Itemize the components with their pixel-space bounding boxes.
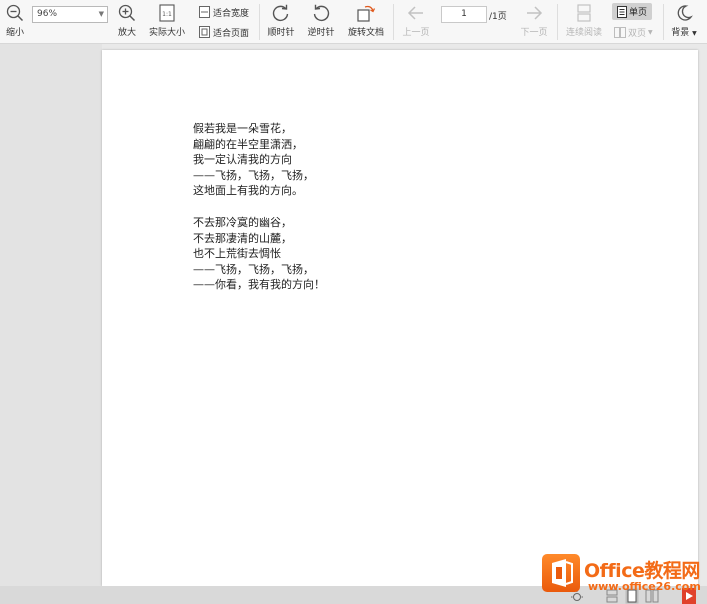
actual-size-icon: 1:1 [159,4,175,22]
single-page-label: 单页 [628,8,647,18]
next-page-label: 下一页 [520,28,548,38]
zoom-out-icon [6,4,24,22]
page-total: /1页 [489,12,507,22]
chevron-down-icon: ▼ [98,10,104,18]
single-page-icon [616,5,627,18]
background-button[interactable]: 背景 ▼ [670,4,698,38]
actual-size-button[interactable]: 1:1 实际大小 [146,4,188,38]
toolbar-divider [557,4,558,40]
double-page-icon [614,27,626,38]
document-page: 假若我是一朵雪花， 翩翩的在半空里潇洒， 我一定认清我的方向 ——飞扬，飞扬，飞… [102,50,698,586]
watermark-title: Office教程网 [584,560,700,582]
chevron-down-icon: ▼ [648,29,653,36]
zoom-in-icon [118,4,136,22]
continuous-reading-label: 连续阅读 [565,28,602,38]
poem-line: ——飞扬，飞扬，飞扬， [193,168,314,182]
current-page-value: 1 [461,9,467,19]
canvas-left-margin [0,44,102,586]
fit-width-label: 适合宽度 [213,8,250,19]
poem-line: 翩翩的在半空里潇洒， [193,137,303,151]
rotate-clockwise-label: 顺时针 [267,28,295,38]
poem-line: 我一定认清我的方向 [193,153,292,167]
watermark-url: www.office26.com [588,580,701,593]
office-logo-icon [542,554,580,592]
zoom-out-label: 缩小 [5,28,24,38]
zoom-value: 96% [37,9,58,19]
poem-text: 假若我是一朵雪花， 翩翩的在半空里潇洒， 我一定认清我的方向 ——飞扬，飞扬，飞… [193,121,325,293]
rotate-document-icon [357,5,376,22]
poem-line: 这地面上有我的方向。 [193,184,303,198]
double-page-label: 双页 [628,29,647,39]
previous-page-button[interactable]: 上一页 [400,4,432,38]
continuous-reading-icon [577,4,591,22]
previous-page-label: 上一页 [402,28,430,38]
double-page-button[interactable]: 双页 ▼ [614,26,653,39]
arrow-left-icon [407,6,423,20]
rotate-counterclockwise-icon [313,4,330,22]
rotate-counterclockwise-label: 逆时针 [307,28,335,38]
toolbar-divider [259,4,260,40]
page-number-input[interactable]: 1 [441,6,487,23]
zoom-select[interactable]: 96% ▼ [32,6,108,23]
poem-line: ——飞扬，飞扬，飞扬， [193,262,314,276]
fit-page-button[interactable]: 适合页面 [199,25,249,39]
rotate-clockwise-icon [272,4,289,22]
zoom-in-button[interactable]: 放大 [114,4,140,38]
poem-line: 不去那凄清的山麓， [193,231,292,245]
poem-line: 不去那冷寞的幽谷， [193,215,292,229]
toolbar-divider [663,4,664,40]
watermark-logo: Office教程网 www.office26.com [542,552,707,600]
arrow-right-icon [527,6,543,20]
rotate-document-button[interactable]: 旋转文档 [345,4,387,38]
fit-page-icon [199,26,210,38]
poem-line: ——你看，我有我的方向！ [193,278,325,292]
toolbar: 缩小 96% ▼ 放大 1:1 实际大小 适合宽度 适合页面 顺时针 逆时针 旋… [0,0,707,44]
poem-line: 假若我是一朵雪花， [193,122,292,135]
next-page-button[interactable]: 下一页 [518,4,550,38]
continuous-reading-button[interactable]: 连续阅读 [563,4,605,38]
zoom-in-label: 放大 [117,28,136,38]
toolbar-divider [393,4,394,40]
zoom-out-button[interactable]: 缩小 [4,4,26,38]
fit-page-label: 适合页面 [213,28,250,39]
rotate-clockwise-button[interactable]: 顺时针 [264,4,298,38]
single-page-button[interactable]: 单页 [612,3,652,20]
background-label: 背景 ▼ [671,28,697,38]
actual-size-glyph: 1:1 [162,11,172,18]
fit-width-icon [199,6,210,18]
poem-line: 也不上荒街去惆怅 [193,247,281,261]
fit-width-button[interactable]: 适合宽度 [199,5,249,19]
rotate-document-label: 旋转文档 [347,28,384,38]
moon-icon [677,5,693,21]
actual-size-label: 实际大小 [148,28,185,38]
rotate-counterclockwise-button[interactable]: 逆时针 [304,4,338,38]
stanza-gap [193,199,325,215]
